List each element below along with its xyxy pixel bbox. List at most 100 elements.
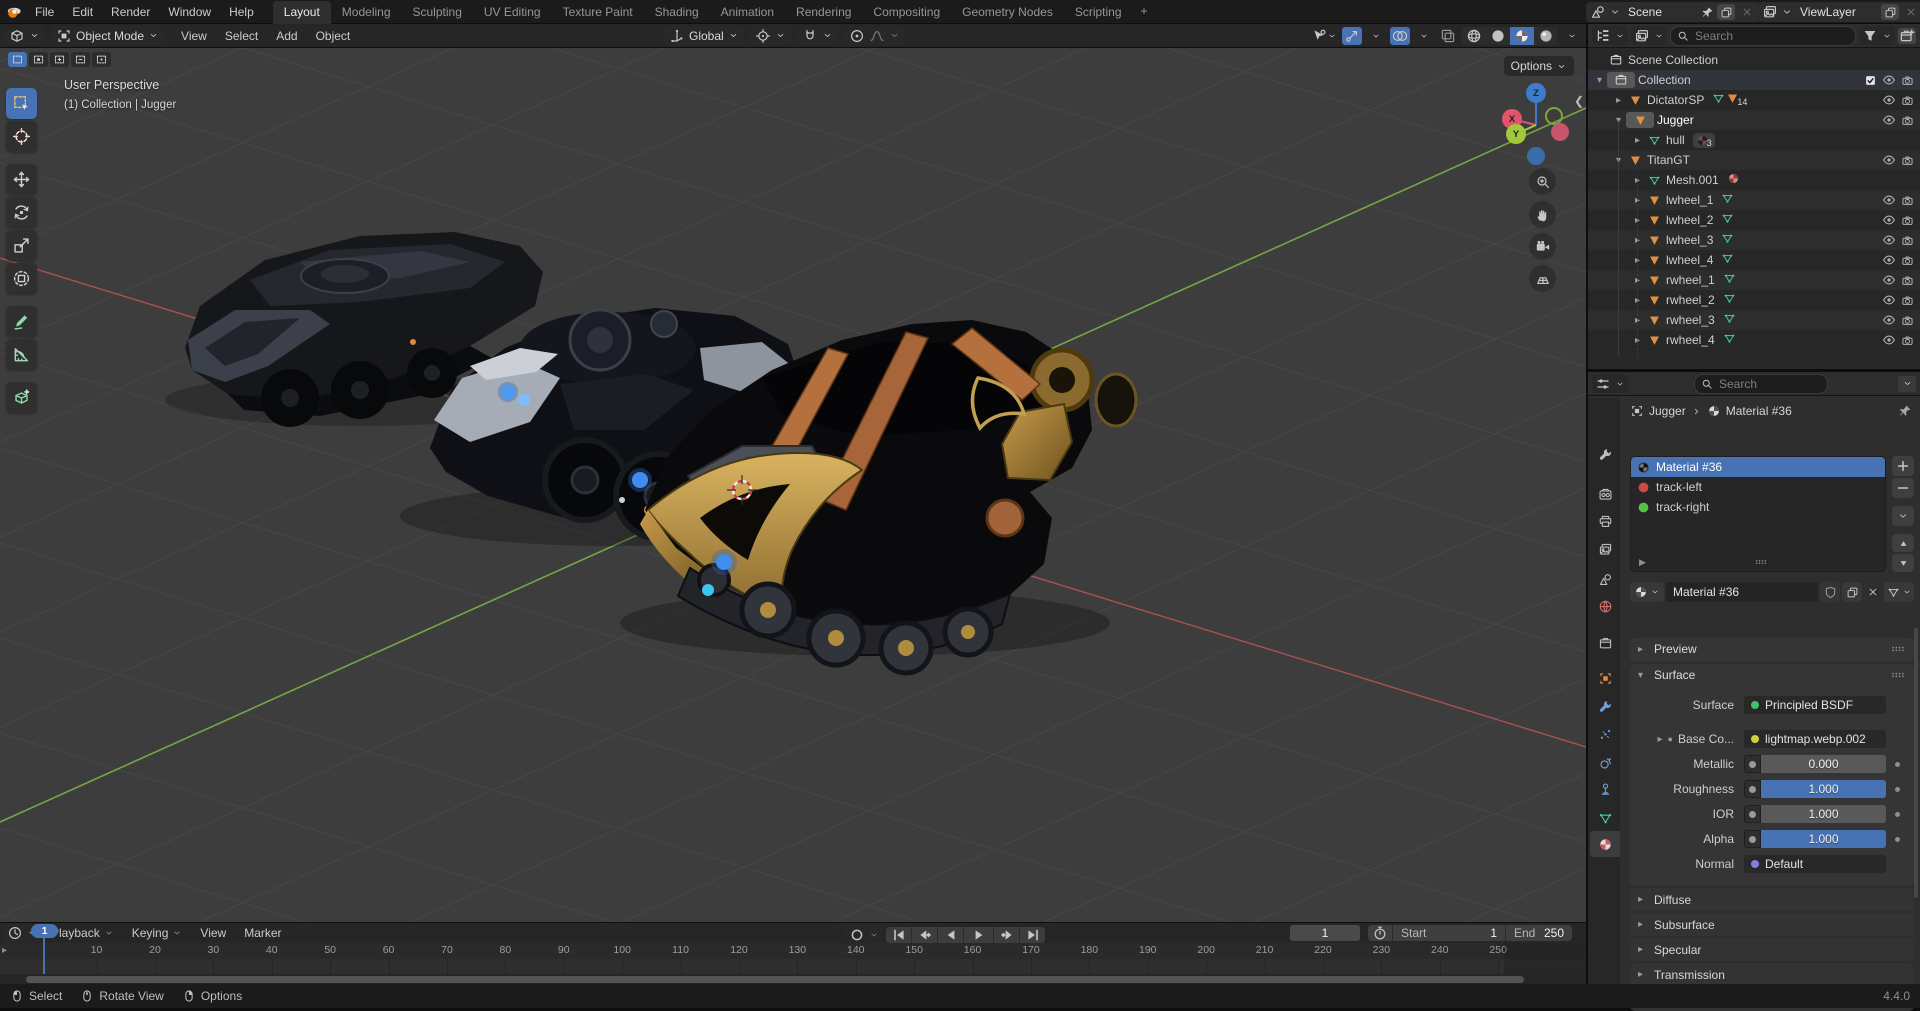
surface-panel-header[interactable]: ▾ Surface xyxy=(1630,664,1914,686)
checkbox-icon[interactable] xyxy=(1864,74,1877,87)
expander-icon[interactable]: ▸ xyxy=(1611,95,1626,106)
panel-specular[interactable]: ▸Specular xyxy=(1630,938,1914,961)
overlays-toggle[interactable] xyxy=(1390,27,1410,45)
tab-geometry-nodes[interactable]: Geometry Nodes xyxy=(951,1,1064,24)
expander-icon[interactable]: ▾ xyxy=(1592,75,1607,86)
outliner-row-hull[interactable]: ▸hull3 xyxy=(1588,130,1920,150)
socket-button[interactable] xyxy=(1744,830,1761,848)
playhead-line[interactable] xyxy=(43,938,45,974)
timeline-scrollbar[interactable] xyxy=(26,976,1524,983)
select-mode-4[interactable] xyxy=(71,52,90,67)
properties-tab-viewlayer[interactable] xyxy=(1590,536,1620,562)
viewport-menu-select[interactable]: Select xyxy=(216,24,267,48)
tab-modeling[interactable]: Modeling xyxy=(331,1,402,24)
playhead-badge[interactable]: 1 xyxy=(31,924,58,938)
pin-icon[interactable] xyxy=(1898,404,1912,418)
navigation-gizmo[interactable]: ZXY xyxy=(1495,82,1585,172)
tool-measure[interactable] xyxy=(6,339,37,370)
tool-scale[interactable] xyxy=(6,230,37,261)
properties-tab-tool[interactable] xyxy=(1590,441,1620,467)
camera-icon[interactable] xyxy=(1901,234,1914,247)
eye-icon[interactable] xyxy=(1882,293,1896,307)
tab-uv-editing[interactable]: UV Editing xyxy=(473,1,552,24)
eye-icon[interactable] xyxy=(1882,313,1896,327)
alpha-slider[interactable]: 1.000 xyxy=(1761,830,1886,848)
tab-texture-paint[interactable]: Texture Paint xyxy=(552,1,644,24)
outliner-display-mode-dropdown[interactable] xyxy=(1592,26,1628,45)
play-button[interactable] xyxy=(964,927,993,943)
gizmo-axis-z-neg[interactable] xyxy=(1527,147,1545,165)
preview-panel[interactable]: ▸ Preview xyxy=(1630,638,1914,661)
fake-user-button[interactable] xyxy=(1820,582,1840,602)
eye-icon[interactable] xyxy=(1882,113,1896,127)
timeline-menu-view[interactable]: View xyxy=(191,921,235,945)
properties-tab-physics[interactable] xyxy=(1590,750,1620,776)
menu-help[interactable]: Help xyxy=(220,0,263,24)
material-slot-track-left[interactable]: track-left xyxy=(1631,477,1885,497)
tool-rotate[interactable] xyxy=(6,197,37,228)
timeline-menu-keying[interactable]: Keying xyxy=(123,921,192,945)
tool-annotate[interactable] xyxy=(6,306,37,337)
eye-icon[interactable] xyxy=(1882,333,1896,347)
grip-icon[interactable] xyxy=(1754,555,1768,569)
camera-view-button[interactable] xyxy=(1529,233,1556,260)
pivot-point-dropdown[interactable] xyxy=(750,26,791,45)
expander-icon[interactable]: ▸ xyxy=(1658,734,1663,745)
properties-tab-render[interactable] xyxy=(1590,481,1620,507)
tool-move[interactable] xyxy=(6,164,37,195)
viewport-menu-object[interactable]: Object xyxy=(307,24,360,48)
current-frame-field[interactable]: 1 xyxy=(1290,925,1360,941)
new-collection-button[interactable] xyxy=(1898,28,1916,44)
transform-orientation-dropdown[interactable]: Global xyxy=(664,26,744,45)
camera-icon[interactable] xyxy=(1901,114,1914,127)
viewport-3d[interactable]: User Perspective (1) Collection | Jugger… xyxy=(0,48,1586,922)
camera-icon[interactable] xyxy=(1901,294,1914,307)
shading-solid-button[interactable] xyxy=(1486,27,1510,45)
end-frame-field[interactable]: End 250 xyxy=(1506,925,1572,941)
previous-keyframe-button[interactable] xyxy=(912,927,937,943)
select-mode-5[interactable] xyxy=(92,52,111,67)
socket-button[interactable] xyxy=(1744,755,1761,773)
tab-scripting[interactable]: Scripting xyxy=(1064,1,1133,24)
properties-tab-scene[interactable] xyxy=(1590,566,1620,592)
camera-icon[interactable] xyxy=(1901,154,1914,167)
shading-dropdown[interactable] xyxy=(1562,27,1582,45)
tool-cursor[interactable] xyxy=(6,121,37,152)
outliner-filter-dropdown[interactable] xyxy=(1631,26,1667,45)
camera-icon[interactable] xyxy=(1901,274,1914,287)
shading-wireframe-button[interactable] xyxy=(1462,27,1486,45)
shading-material-button[interactable] xyxy=(1510,27,1534,45)
properties-editor-type-button[interactable] xyxy=(1592,374,1628,393)
tool-select-box[interactable] xyxy=(6,88,37,119)
eye-icon[interactable] xyxy=(1882,233,1896,247)
eye-icon[interactable] xyxy=(1882,213,1896,227)
gizmos-toggle[interactable] xyxy=(1342,27,1362,45)
material-nodes-dropdown[interactable] xyxy=(1884,582,1914,602)
eye-icon[interactable] xyxy=(1882,153,1896,167)
socket-button[interactable] xyxy=(1744,780,1761,798)
eye-icon[interactable] xyxy=(1882,273,1896,287)
jump-to-end-button[interactable] xyxy=(1020,927,1045,943)
properties-search[interactable] xyxy=(1694,374,1828,394)
decorator-dot[interactable] xyxy=(1895,812,1900,817)
next-keyframe-button[interactable] xyxy=(994,927,1019,943)
gizmo-axis-z[interactable]: Z xyxy=(1526,83,1546,103)
decorator-dot[interactable] xyxy=(1895,762,1900,767)
timeline-ruler[interactable]: 1020304050607080901001101201301401501601… xyxy=(0,943,1586,959)
material-slot-material-36[interactable]: Material #36 xyxy=(1631,457,1885,477)
mode-dropdown[interactable]: Object Mode xyxy=(51,26,164,45)
eye-icon[interactable] xyxy=(1882,93,1896,107)
eye-icon[interactable] xyxy=(1882,253,1896,267)
properties-tab-material[interactable] xyxy=(1590,831,1620,857)
outliner-filter-button[interactable] xyxy=(1859,26,1895,45)
viewlayer-copy-button[interactable] xyxy=(1881,4,1899,20)
camera-icon[interactable] xyxy=(1901,314,1914,327)
pan-button[interactable] xyxy=(1529,201,1556,228)
xray-toggle[interactable] xyxy=(1438,27,1458,45)
gizmo-axis-y[interactable]: Y xyxy=(1506,124,1526,144)
camera-icon[interactable] xyxy=(1901,74,1914,87)
panel-transmission[interactable]: ▸Transmission xyxy=(1630,963,1914,986)
camera-icon[interactable] xyxy=(1901,94,1914,107)
expander-icon[interactable]: ▸ xyxy=(1630,135,1645,146)
properties-tab-output[interactable] xyxy=(1590,508,1620,534)
